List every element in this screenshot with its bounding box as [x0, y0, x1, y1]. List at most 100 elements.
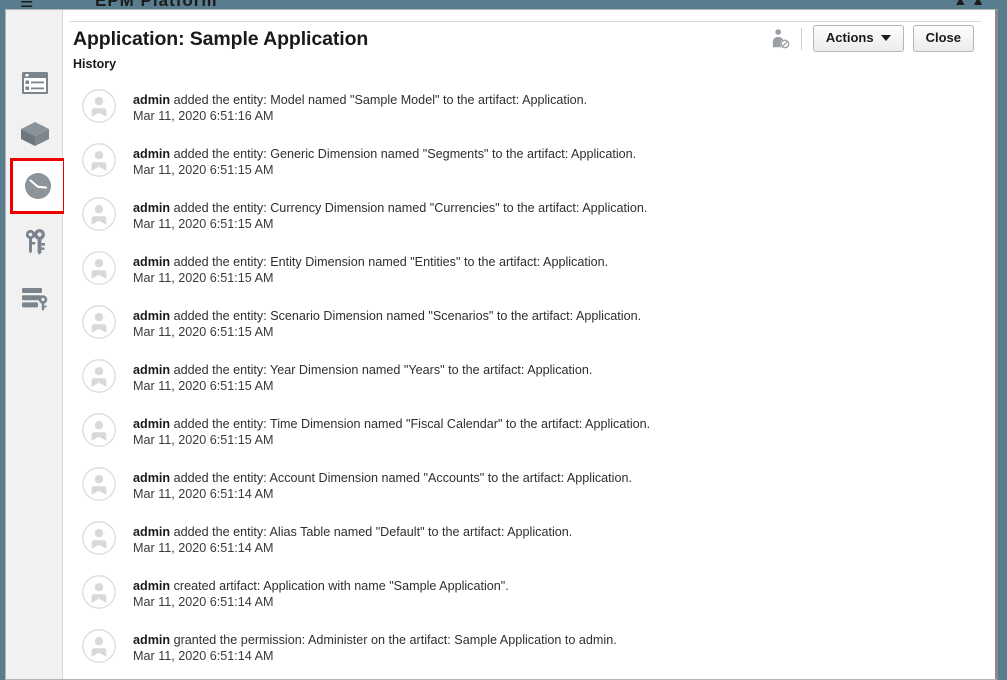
history-entry-message: admin added the entity: Scenario Dimensi…: [133, 309, 641, 324]
history-entry-description: added the entity: Time Dimension named "…: [170, 417, 651, 431]
history-entry-timestamp: Mar 11, 2020 6:51:15 AM: [133, 271, 274, 285]
avatar: [82, 305, 116, 339]
history-entry-message: admin added the entity: Account Dimensio…: [133, 471, 632, 486]
history-entry[interactable]: admin added the entity: Entity Dimension…: [64, 248, 995, 302]
history-entry-message: admin granted the permission: Administer…: [133, 633, 617, 648]
history-entry[interactable]: admin added the entity: Scenario Dimensi…: [64, 302, 995, 356]
history-entry-text: admin added the entity: Alias Table name…: [133, 518, 572, 556]
history-entry-text: admin added the entity: Account Dimensio…: [133, 464, 632, 502]
history-entry-timestamp: Mar 11, 2020 6:51:14 AM: [133, 649, 274, 663]
cube-icon: [20, 122, 49, 146]
avatar: [82, 251, 116, 285]
history-entry-description: added the entity: Alias Table named "Def…: [170, 525, 573, 539]
sidebar-item-dimensions-list[interactable]: [6, 54, 63, 112]
history-entry-actor: admin: [133, 579, 171, 593]
history-entry-description: added the entity: Scenario Dimension nam…: [170, 309, 642, 323]
avatar: [82, 143, 116, 177]
history-entry-actor: admin: [133, 147, 171, 161]
sidebar-item-history[interactable]: [10, 158, 66, 214]
history-entry[interactable]: admin added the entity: Model named "Sam…: [64, 86, 995, 140]
avatar: [82, 359, 116, 393]
history-entry[interactable]: admin added the entity: Currency Dimensi…: [64, 194, 995, 248]
avatar: [82, 197, 116, 231]
history-entry-text: admin added the entity: Scenario Dimensi…: [133, 302, 641, 340]
history-entry-message: admin added the entity: Entity Dimension…: [133, 255, 608, 270]
history-entry-description: added the entity: Entity Dimension named…: [170, 255, 609, 269]
history-entry-message: admin added the entity: Time Dimension n…: [133, 417, 650, 432]
history-entry-timestamp: Mar 11, 2020 6:51:15 AM: [133, 217, 274, 231]
history-entry[interactable]: admin granted the permission: Administer…: [64, 626, 995, 679]
clock-icon: [25, 173, 51, 199]
history-entry-actor: admin: [133, 201, 171, 215]
history-entry[interactable]: admin added the entity: Account Dimensio…: [64, 464, 995, 518]
history-entry-actor: admin: [133, 255, 171, 269]
history-entry-timestamp: Mar 11, 2020 6:51:15 AM: [133, 163, 274, 177]
history-entry[interactable]: admin added the entity: Year Dimension n…: [64, 356, 995, 410]
user-with-badge-icon[interactable]: [769, 28, 791, 50]
history-entry[interactable]: admin created artifact: Application with…: [64, 572, 995, 626]
avatar: [82, 467, 116, 501]
history-entry-actor: admin: [133, 363, 171, 377]
history-entry-timestamp: Mar 11, 2020 6:51:15 AM: [133, 433, 274, 447]
sidebar-item-permissions[interactable]: [6, 213, 63, 271]
history-entry-actor: admin: [133, 417, 171, 431]
history-entry-actor: admin: [133, 525, 171, 539]
header-action-cluster: Actions Close: [769, 25, 974, 53]
history-entry-text: admin granted the permission: Administer…: [133, 626, 617, 664]
history-entry-message: admin added the entity: Year Dimension n…: [133, 363, 592, 378]
history-entry-description: granted the permission: Administer on th…: [170, 633, 617, 647]
history-entry-text: admin created artifact: Application with…: [133, 572, 509, 610]
history-entry-timestamp: Mar 11, 2020 6:51:15 AM: [133, 379, 274, 393]
dialog-header: Application: Sample Application History …: [64, 10, 995, 71]
header-divider: [69, 21, 981, 22]
avatar: [82, 575, 116, 609]
sidebar-item-cube[interactable]: [6, 105, 63, 163]
history-entry-timestamp: Mar 11, 2020 6:51:15 AM: [133, 325, 274, 339]
history-entry-description: added the entity: Model named "Sample Mo…: [170, 93, 588, 107]
history-list[interactable]: admin added the entity: Model named "Sam…: [64, 86, 995, 679]
history-entry-timestamp: Mar 11, 2020 6:51:14 AM: [133, 541, 274, 555]
history-entry-text: admin added the entity: Model named "Sam…: [133, 86, 587, 124]
dialog-icon-rail: [6, 10, 66, 679]
history-entry-text: admin added the entity: Time Dimension n…: [133, 410, 650, 448]
history-entry-actor: admin: [133, 93, 171, 107]
sidebar-item-database-access[interactable]: [6, 268, 63, 326]
history-entry-message: admin added the entity: Alias Table name…: [133, 525, 572, 540]
history-entry-description: added the entity: Generic Dimension name…: [170, 147, 637, 161]
application-detail-dialog: Application: Sample Application History …: [5, 9, 998, 680]
history-entry[interactable]: admin added the entity: Time Dimension n…: [64, 410, 995, 464]
avatar: [82, 89, 116, 123]
history-entry-message: admin added the entity: Model named "Sam…: [133, 93, 587, 108]
history-entry[interactable]: admin added the entity: Generic Dimensio…: [64, 140, 995, 194]
actions-button[interactable]: Actions: [812, 25, 904, 53]
header-separator: [800, 27, 802, 50]
section-label: History: [73, 57, 117, 71]
history-entry-actor: admin: [133, 309, 171, 323]
history-entry-message: admin added the entity: Generic Dimensio…: [133, 147, 636, 162]
history-entry-timestamp: Mar 11, 2020 6:51:14 AM: [133, 595, 274, 609]
history-entry-actor: admin: [133, 633, 171, 647]
history-entry-text: admin added the entity: Generic Dimensio…: [133, 140, 636, 178]
page-title: Application: Sample Application: [73, 28, 369, 50]
history-entry-timestamp: Mar 11, 2020 6:51:16 AM: [133, 109, 274, 123]
avatar: [82, 521, 116, 555]
database-key-icon: [21, 288, 47, 311]
history-entry-text: admin added the entity: Year Dimension n…: [133, 356, 592, 394]
history-entry-actor: admin: [133, 471, 171, 485]
list-panel-icon: [21, 72, 48, 94]
history-entry-description: created artifact: Application with name …: [170, 579, 509, 593]
close-button-label: Close: [925, 30, 961, 45]
history-entry-message: admin created artifact: Application with…: [133, 579, 509, 594]
keys-icon: [25, 229, 45, 255]
history-entry-text: admin added the entity: Currency Dimensi…: [133, 194, 647, 232]
background-app-toolbar-icons[interactable]: ▲ ▲: [953, 0, 985, 8]
history-entry-message: admin added the entity: Currency Dimensi…: [133, 201, 647, 216]
history-entry-description: added the entity: Year Dimension named "…: [170, 363, 593, 377]
history-entry-text: admin added the entity: Entity Dimension…: [133, 248, 608, 286]
history-entry-timestamp: Mar 11, 2020 6:51:14 AM: [133, 487, 274, 501]
close-button[interactable]: Close: [912, 25, 974, 53]
history-entry-description: added the entity: Account Dimension name…: [170, 471, 632, 485]
actions-button-label: Actions: [825, 30, 874, 45]
history-entry[interactable]: admin added the entity: Alias Table name…: [64, 518, 995, 572]
caret-down-icon: [880, 35, 891, 42]
